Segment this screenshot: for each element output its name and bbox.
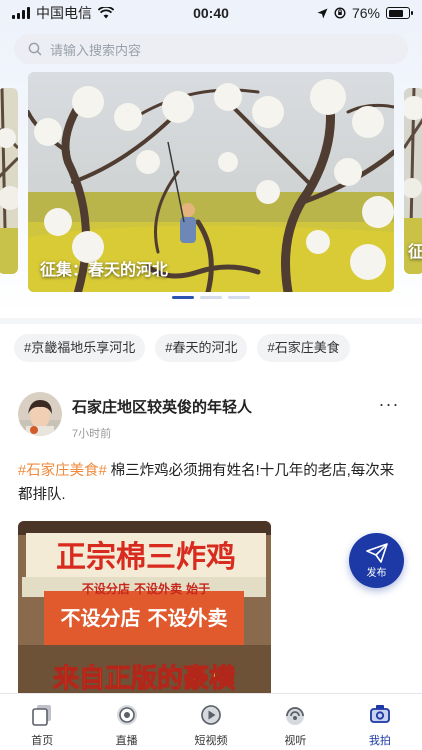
sign-mid-text: 不设分店 不设外卖 [61, 606, 228, 630]
tab-label: 短视频 [194, 735, 228, 747]
carrier-name: 中国电信 [36, 5, 92, 21]
post-image[interactable]: 正宗棉三炸鸡 不设分店 不设外卖 始于 不设分店 不设外卖 来自正版的豪横 [18, 521, 271, 711]
post-time: 7小时前 [72, 428, 112, 440]
banner-carousel[interactable]: 征集：春天的河北 征 [0, 72, 422, 294]
post-text: #石家庄美食# 棉三炸鸡必须拥有姓名!十几年的老店,每次来都排队. [18, 459, 404, 507]
tab-my-shoot[interactable]: 我拍 [338, 694, 422, 750]
carousel-indicator [0, 296, 422, 299]
tab-home[interactable]: 首页 [0, 694, 84, 750]
publish-button[interactable]: 发布 [349, 533, 404, 588]
search-icon [28, 42, 42, 56]
bottom-tab-bar: 首页 直播 短视频 视听 我拍 [0, 693, 422, 750]
feed-post: 石家庄地区较英俊的年轻人 7小时前 ··· #石家庄美食# 棉三炸鸡必须拥有姓名… [18, 392, 404, 711]
battery-percent: 76% [351, 5, 380, 21]
banner-prev[interactable] [0, 88, 18, 274]
sign-bottom-text: 来自正版的豪横 [53, 663, 235, 694]
publish-label: 发布 [366, 567, 387, 579]
tab-label: 视听 [284, 735, 307, 747]
status-bar: 中国电信 00:40 76% [0, 0, 422, 26]
sign-sub-text: 不设分店 不设外卖 始于 [82, 581, 210, 596]
post-hashtag[interactable]: #石家庄美食# [18, 463, 107, 479]
author-info: 石家庄地区较英俊的年轻人 7小时前 [72, 392, 374, 441]
more-options-icon[interactable]: ··· [374, 394, 404, 415]
tab-label: 首页 [31, 735, 54, 747]
tab-label: 直播 [115, 735, 138, 747]
carousel-dot-active [172, 296, 194, 299]
short-video-icon [201, 705, 222, 725]
carousel-dot [200, 296, 222, 299]
signal-icon [12, 7, 30, 19]
topic-tags: #京畿福地乐享河北 #春天的河北 #石家庄美食 [14, 334, 350, 362]
banner-main[interactable]: 征集：春天的河北 [28, 72, 394, 292]
camera-icon [369, 705, 390, 723]
author-name[interactable]: 石家庄地区较英俊的年轻人 [72, 396, 374, 417]
banner-next[interactable]: 征 [404, 88, 422, 274]
post-header: 石家庄地区较英俊的年轻人 7小时前 ··· [18, 392, 404, 441]
status-right: 76% [317, 5, 413, 21]
status-left: 中国电信 [12, 3, 114, 23]
topic-tag[interactable]: #京畿福地乐享河北 [14, 334, 146, 362]
tab-label: 我拍 [368, 735, 391, 747]
avatar[interactable] [18, 392, 62, 436]
search-input[interactable]: 请输入搜索内容 [14, 34, 408, 64]
rotation-lock-icon [334, 7, 346, 19]
audio-visual-icon [286, 707, 305, 725]
home-icon [32, 705, 52, 726]
live-icon [116, 705, 137, 725]
paper-plane-icon [365, 542, 388, 563]
search-placeholder: 请输入搜索内容 [50, 42, 142, 58]
location-arrow-icon [317, 8, 328, 18]
top-area: 请输入搜索内容 征集：春天的河北 征 [0, 26, 422, 316]
banner-next-caption: 征 [408, 244, 422, 261]
topic-tag[interactable]: #石家庄美食 [257, 334, 350, 362]
tab-short-video[interactable]: 短视频 [169, 694, 253, 750]
topic-tag[interactable]: #春天的河北 [155, 334, 248, 362]
clock: 00:40 [193, 5, 229, 21]
battery-icon [386, 7, 413, 19]
sign-top-text: 正宗棉三炸鸡 [56, 540, 236, 575]
section-divider [0, 318, 422, 324]
tab-audio-visual[interactable]: 视听 [253, 694, 337, 750]
carousel-dot [228, 296, 250, 299]
banner-caption: 征集：春天的河北 [40, 262, 169, 279]
wifi-icon [98, 7, 114, 19]
tab-live[interactable]: 直播 [84, 694, 168, 750]
